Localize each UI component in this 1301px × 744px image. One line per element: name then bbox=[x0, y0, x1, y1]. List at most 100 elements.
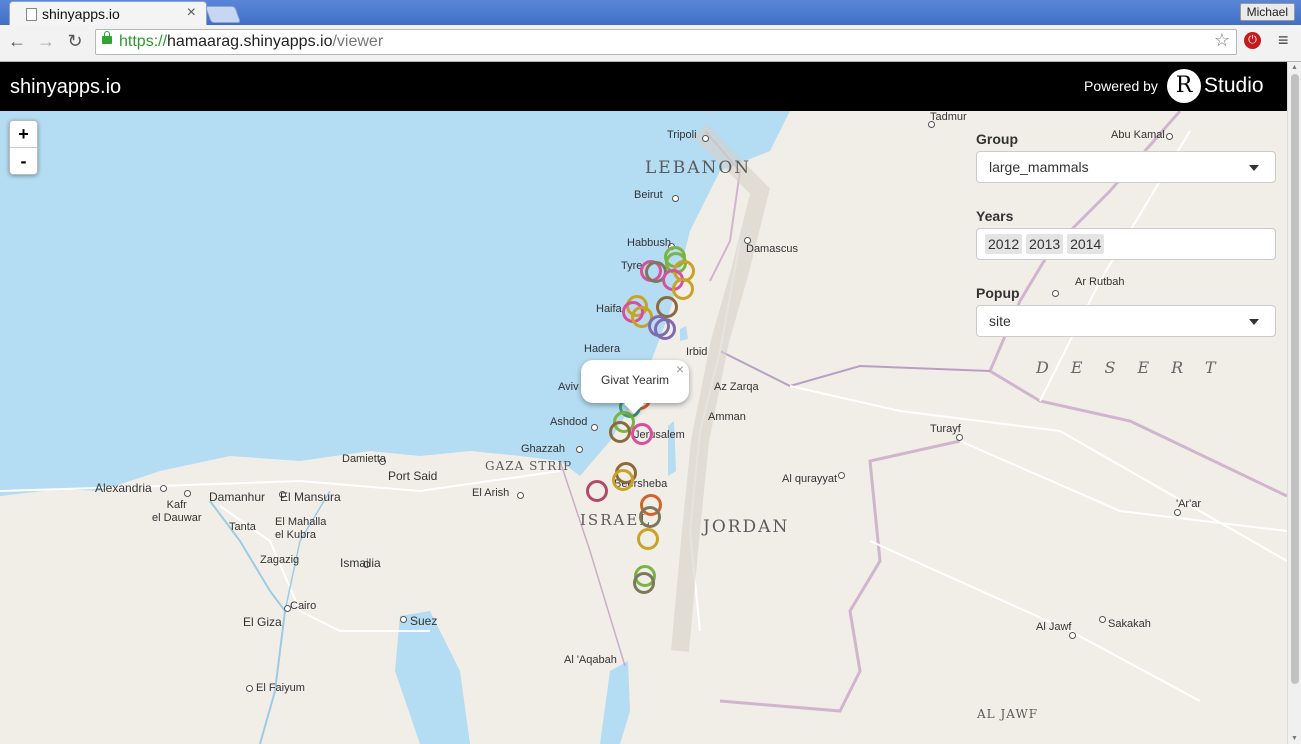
site-marker[interactable] bbox=[636, 528, 659, 551]
label-haifa: Haifa bbox=[596, 303, 622, 315]
label-arar: 'Ar'ar bbox=[1176, 498, 1201, 510]
group-select[interactable]: large_mammals bbox=[976, 151, 1276, 183]
site-marker[interactable] bbox=[654, 317, 677, 340]
label-damietta: Damietta bbox=[342, 453, 387, 465]
chevron-down-icon bbox=[1249, 319, 1259, 325]
label-ismailia: Ismailia bbox=[340, 556, 381, 570]
label-al-aqabah: Al 'Aqabah bbox=[564, 654, 617, 666]
profile-button[interactable]: Michael bbox=[1239, 3, 1295, 21]
browser-tab[interactable]: shinyapps.io × bbox=[9, 1, 207, 26]
city-dot bbox=[517, 492, 524, 499]
gulf-of-aqaba bbox=[600, 661, 630, 744]
map-popup: Givat Yearim × bbox=[581, 360, 689, 403]
years-label: Years bbox=[976, 208, 1014, 224]
label-ashdod: Ashdod bbox=[550, 416, 588, 428]
label-turayf: Turayf bbox=[930, 423, 961, 435]
browser-menu-icon[interactable]: ≡ bbox=[1278, 30, 1289, 51]
address-bar[interactable]: https://hamaarag.shinyapps.io/viewer ☆ bbox=[95, 29, 1237, 55]
label-tadmur: Tadmur bbox=[930, 111, 967, 123]
scrollbar-thumb[interactable] bbox=[1291, 74, 1299, 684]
zoom-in-button[interactable]: + bbox=[10, 121, 37, 148]
control-panel: Group large_mammals Years 2012 2013 2014… bbox=[976, 131, 1276, 362]
label-damanhur: Damanhur bbox=[209, 490, 266, 504]
tab-close-icon[interactable]: × bbox=[187, 4, 196, 22]
popup-select[interactable]: site bbox=[976, 305, 1276, 337]
back-icon[interactable]: ← bbox=[6, 31, 28, 52]
label-sakakah: Sakakah bbox=[1108, 618, 1151, 630]
label-kafr-el-dauwar: Kafr el Dauwar bbox=[152, 499, 202, 524]
url-host: hamaarag.shinyapps.io bbox=[167, 33, 333, 50]
label-zagazig: Zagazig bbox=[260, 554, 300, 566]
label-irbid: Irbid bbox=[686, 346, 708, 358]
year-chip[interactable]: 2014 bbox=[1067, 234, 1105, 254]
label-tripoli: Tripoli bbox=[667, 129, 697, 141]
year-chip[interactable]: 2012 bbox=[985, 234, 1023, 254]
url-text: https://hamaarag.shinyapps.io/viewer bbox=[119, 33, 383, 51]
city-dot bbox=[1174, 509, 1181, 516]
zoom-control: + - bbox=[9, 120, 38, 175]
city-dot bbox=[246, 685, 253, 692]
site-marker[interactable] bbox=[611, 469, 634, 492]
label-ghazzah: Ghazzah bbox=[521, 443, 566, 455]
label-tanta: Tanta bbox=[229, 521, 256, 533]
reload-icon[interactable]: ↻ bbox=[64, 31, 86, 52]
page-scrollbar[interactable]: ▲ ▼ bbox=[1287, 62, 1301, 744]
scroll-down-icon[interactable]: ▼ bbox=[1291, 735, 1298, 742]
lock-icon bbox=[102, 31, 112, 44]
city-dot bbox=[400, 616, 407, 623]
label-jordan: JORDAN bbox=[703, 517, 790, 537]
label-lebanon: LEBANON bbox=[645, 158, 752, 178]
rstudio-wordmark: Studio bbox=[1204, 74, 1264, 97]
city-dot bbox=[1069, 632, 1076, 639]
city-dot bbox=[184, 490, 191, 497]
forward-icon[interactable]: → bbox=[35, 31, 57, 52]
url-path: /viewer bbox=[332, 33, 384, 50]
road-6 bbox=[959, 440, 1287, 532]
label-suez: Suez bbox=[410, 614, 438, 628]
label-el-giza: El Giza bbox=[243, 615, 282, 629]
zoom-out-button[interactable]: - bbox=[10, 148, 37, 174]
group-label: Group bbox=[976, 131, 1018, 147]
year-chip[interactable]: 2013 bbox=[1026, 234, 1064, 254]
page-icon bbox=[26, 8, 37, 21]
extension-power-icon[interactable]: ⏻ bbox=[1244, 32, 1261, 49]
road-4 bbox=[789, 385, 1287, 562]
scroll-up-icon[interactable]: ▲ bbox=[1291, 64, 1298, 71]
site-marker[interactable] bbox=[638, 506, 661, 529]
powered-by-text: Powered by bbox=[1084, 78, 1158, 94]
group-value: large_mammals bbox=[989, 159, 1089, 175]
browser-toolbar: ← → ↻ https://hamaarag.shinyapps.io/view… bbox=[0, 25, 1301, 62]
city-dot bbox=[591, 424, 598, 431]
label-amman: Amman bbox=[708, 411, 746, 423]
tab-title: shinyapps.io bbox=[42, 6, 120, 22]
site-marker[interactable] bbox=[671, 278, 694, 300]
city-dot bbox=[672, 195, 679, 202]
label-el-arish: El Arish bbox=[472, 487, 510, 499]
app-header: shinyapps.io Powered by R Studio bbox=[0, 62, 1287, 111]
popup-value: site bbox=[989, 313, 1011, 329]
app-title[interactable]: shinyapps.io bbox=[10, 76, 121, 99]
rstudio-logo-icon[interactable]: R bbox=[1167, 69, 1201, 103]
label-el-mansura: El Mansura bbox=[280, 490, 341, 504]
bookmark-star-icon[interactable]: ☆ bbox=[1214, 30, 1230, 51]
browser-titlebar: shinyapps.io × Michael bbox=[0, 0, 1301, 26]
popup-text: Givat Yearim bbox=[601, 373, 670, 387]
label-hadera: Hadera bbox=[584, 343, 621, 355]
label-el-faiyum: El Faiyum bbox=[256, 682, 305, 694]
label-beirut: Beirut bbox=[634, 189, 663, 201]
new-tab-button[interactable] bbox=[204, 6, 242, 23]
city-dot bbox=[160, 485, 167, 492]
popup-close-icon[interactable]: × bbox=[676, 361, 684, 377]
chevron-down-icon bbox=[1249, 165, 1259, 171]
site-marker[interactable] bbox=[609, 420, 632, 443]
site-marker[interactable] bbox=[632, 572, 655, 595]
label-port-said: Port Said bbox=[388, 469, 438, 483]
sea-of-galilee bbox=[680, 326, 688, 341]
city-dot bbox=[576, 446, 583, 453]
label-az-zarqa: Az Zarqa bbox=[714, 381, 759, 393]
label-habbush: Habbush bbox=[627, 237, 672, 249]
city-dot bbox=[838, 472, 845, 479]
years-multiselect[interactable]: 2012 2013 2014 bbox=[976, 228, 1276, 260]
city-dot bbox=[1099, 616, 1106, 623]
label-al-qurayyat: Al qurayyat bbox=[782, 473, 838, 485]
